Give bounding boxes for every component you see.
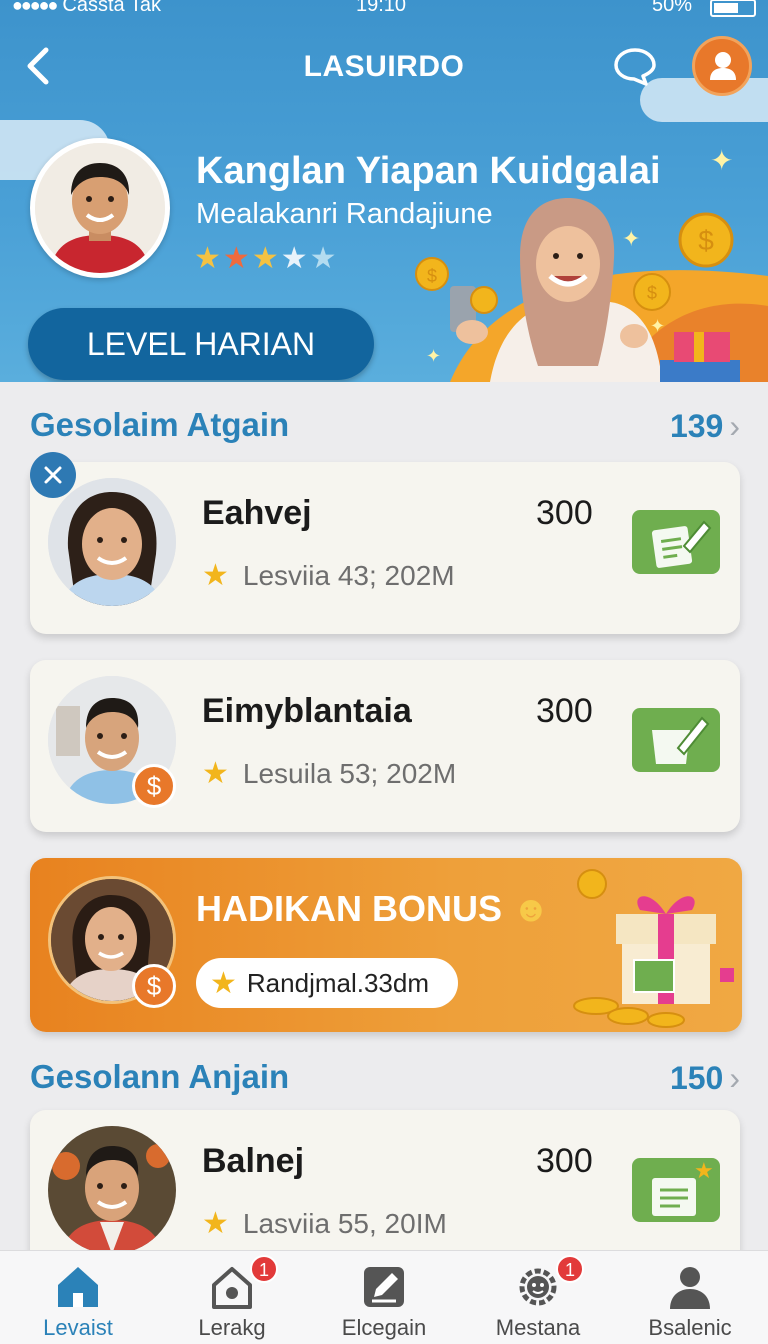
signal-icon: ●●●●● [12, 0, 58, 15]
coin-icon: $ [132, 964, 176, 1008]
chat-button[interactable] [612, 46, 658, 88]
svg-text:✦: ✦ [650, 316, 665, 337]
bonus-pill-text: Randjmal.33dm [246, 967, 429, 998]
item-meta-text: Lesuila 53; 202M [242, 757, 457, 789]
person-photo [35, 143, 165, 273]
clipboard-edit-icon [651, 520, 712, 568]
nav-item-mestana[interactable]: 1 Mestana [468, 1251, 608, 1344]
item-name: Eimyblantaia [202, 692, 412, 730]
nav-item-levaist[interactable]: Levaist [8, 1251, 148, 1344]
home-icon [58, 1267, 98, 1307]
item-meta-text: Lesviia 43; 202M [242, 559, 455, 591]
bag-edit-icon [652, 716, 710, 764]
star-icon: ★ [202, 559, 229, 592]
star-icon: ★ [210, 966, 237, 1000]
battery-percent: 50% [651, 0, 692, 16]
bottom-nav: Levaist 1 Lerakg Elcegain 1 Mestana Bsal… [0, 1250, 768, 1344]
item-meta: ★ Lesviia 43; 202M [202, 558, 455, 593]
star-icon: ★ [309, 242, 337, 275]
list-item[interactable]: Eahvej 300 ★ Lesviia 43; 202M [30, 462, 740, 634]
profile-header: ●●●●● Cassta Tak 19:10 50% LASUIRDO Kangl… [0, 0, 768, 382]
status-bar: ●●●●● Cassta Tak 19:10 50% [0, 0, 768, 18]
person-photo [48, 478, 176, 606]
svg-text:✦: ✦ [710, 144, 733, 177]
level-button[interactable]: LEVEL HARIAN [28, 308, 374, 380]
coin-icon: $ [132, 764, 176, 808]
bonus-title: HADIKAN BONUS ☻ [196, 888, 550, 930]
gift-illustration [573, 869, 734, 1028]
task-action-button[interactable]: ★ [632, 1158, 720, 1222]
bonus-banner[interactable]: $ HADIKAN BONUS ☻ ★ Randjmal.33dm [30, 858, 742, 1032]
chevron-right-icon: › [729, 1060, 740, 1096]
battery-icon [710, 0, 756, 17]
nav-item-lerakg[interactable]: 1 Lerakg [162, 1251, 302, 1344]
smiley-icon: ☻ [512, 888, 550, 929]
close-button[interactable] [30, 452, 76, 498]
item-value: 300 [536, 494, 593, 532]
notification-badge: 1 [556, 1255, 584, 1283]
avatar [48, 1126, 176, 1254]
edit-icon [364, 1267, 404, 1307]
nav-item-elcegain[interactable]: Elcegain [314, 1251, 454, 1344]
item-meta: ★ Lesuila 53; 202M [202, 756, 456, 791]
bonus-pill[interactable]: ★ Randjmal.33dm [196, 958, 458, 1008]
item-value: 300 [536, 1142, 593, 1180]
svg-text:$: $ [698, 225, 714, 256]
star-icon: ★ [222, 242, 250, 275]
nav-label: Bsalenic [648, 1315, 732, 1340]
item-name: Balnej [202, 1142, 305, 1180]
nav-label: Mestana [495, 1315, 581, 1340]
item-value: 300 [536, 692, 593, 730]
gear-face-icon [519, 1268, 557, 1306]
section-count: 139 [669, 408, 724, 444]
avatar [48, 478, 176, 606]
nav-label: Levaist [43, 1315, 113, 1340]
section-see-all[interactable]: 139 › [670, 408, 740, 445]
clock: 19:10 [356, 0, 407, 16]
star-icon: ★ [194, 242, 221, 275]
promo-illustration: $ $ $ ✦ ✦ ✦ ✦ [415, 144, 768, 382]
profile-button[interactable] [692, 36, 752, 96]
nav-label: Elcegain [341, 1315, 427, 1340]
star-icon: ★ [202, 757, 229, 790]
house-gear-icon [212, 1267, 252, 1309]
person-photo [48, 1126, 176, 1254]
list-item[interactable]: $ Eimyblantaia 300 ★ Lesuila 53; 202M [30, 660, 740, 832]
chat-icon [614, 48, 656, 86]
section-title: Gesolann Anjain [30, 1058, 290, 1095]
basket-list-icon: ★ [652, 1159, 714, 1216]
notification-badge: 1 [250, 1255, 278, 1283]
carrier-label: Cassta Tak [62, 0, 161, 16]
avatar[interactable] [30, 138, 170, 278]
coin-icon: $ [678, 212, 734, 268]
section-see-all[interactable]: 150 › [670, 1060, 740, 1097]
chevron-right-icon: › [729, 408, 740, 444]
rating-stars: ★ ★ ★ ★ ★ [194, 242, 337, 276]
item-meta-text: Lasviia 55, 20IM [242, 1207, 447, 1239]
nav-label: Lerakg [198, 1315, 266, 1340]
bonus-title-text: HADIKAN BONUS [196, 888, 502, 929]
section-title: Gesolaim Atgain [30, 406, 290, 443]
svg-text:✦: ✦ [622, 227, 640, 252]
svg-text:✦: ✦ [426, 346, 441, 367]
item-meta: ★ Lasviia 55, 20IM [202, 1206, 447, 1241]
close-icon [44, 466, 62, 484]
star-icon: ★ [202, 1207, 229, 1240]
task-action-button[interactable] [632, 510, 720, 574]
section-count: 150 [669, 1060, 724, 1096]
svg-text:$: $ [647, 283, 657, 303]
user-icon [710, 52, 736, 80]
item-name: Eahvej [202, 494, 312, 532]
star-icon: ★ [280, 242, 308, 275]
nav-item-bsalenic[interactable]: Bsalenic [620, 1251, 760, 1344]
task-action-button[interactable] [632, 708, 720, 772]
svg-text:★: ★ [694, 1159, 714, 1184]
user-icon [670, 1267, 710, 1309]
star-icon: ★ [251, 242, 279, 275]
svg-text:$: $ [427, 266, 437, 286]
